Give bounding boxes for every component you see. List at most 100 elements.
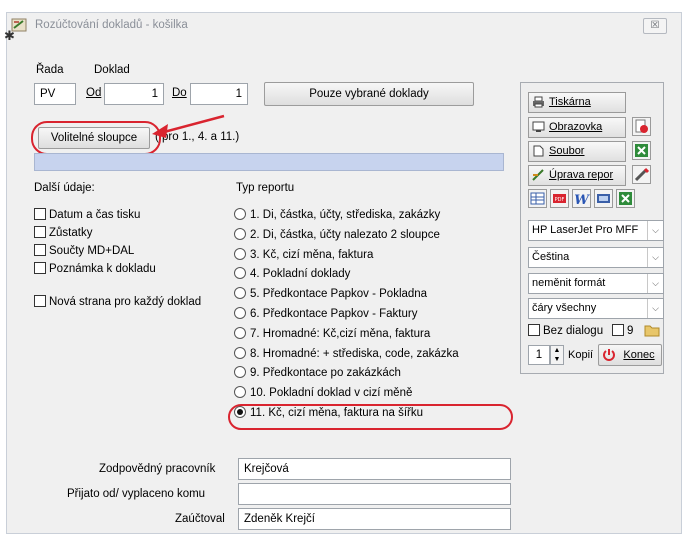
prijato-field[interactable] [238, 483, 511, 505]
tiskarna-button[interactable]: Tiskárna [528, 92, 626, 113]
radio-button[interactable] [234, 267, 246, 280]
obrazovka-button[interactable]: Obrazovka [528, 117, 626, 138]
report-type-label: 9. Předkontace po zakázkách [250, 367, 401, 380]
report-type-option[interactable]: 5. Předkontace Papkov - Pokladna [234, 285, 427, 303]
radio-button[interactable] [234, 247, 246, 260]
chevron-down-icon[interactable]: ⌵ [647, 248, 663, 267]
zodpovedny-field[interactable]: Krejčová [238, 458, 511, 480]
chevron-down-icon[interactable]: ⌵ [647, 299, 663, 318]
gear-icon[interactable]: ✱ [4, 28, 15, 44]
window-title: Rozúčtování dokladů - košilka [35, 19, 188, 31]
rada-field[interactable]: PV [34, 83, 76, 105]
word-icon[interactable]: W [572, 189, 591, 208]
konec-label: Konec [623, 349, 655, 361]
report-type-label: 5. Předkontace Papkov - Pokladna [250, 288, 428, 301]
bez-dialogu-checkbox[interactable]: Bez dialogu [528, 324, 603, 337]
report-type-option[interactable]: 4. Pokladní doklady [234, 265, 350, 283]
chevron-down-icon[interactable]: ⌵ [647, 221, 663, 240]
report-type-option[interactable]: 3. Kč, cizí měna, faktura [234, 246, 373, 264]
report-type-option[interactable]: 9. Předkontace po zakázkách [234, 364, 401, 382]
format-value: neměnit formát [532, 277, 606, 289]
pdf-export-icon[interactable] [632, 117, 651, 136]
checkbox-label: Zůstatky [49, 227, 93, 239]
lines-select[interactable]: čáry všechny ⌵ [528, 298, 664, 319]
checkbox-box[interactable] [34, 244, 46, 256]
do-field[interactable]: 1 [190, 83, 248, 105]
screen-icon [532, 121, 545, 132]
report-type-label: 6. Předkontace Papkov - Faktury [250, 308, 418, 320]
doklad-label: Doklad [94, 64, 130, 76]
radio-button[interactable] [234, 386, 246, 399]
soubor-button[interactable]: Soubor [528, 141, 626, 162]
file-icon [533, 145, 544, 157]
checkbox-box[interactable] [612, 324, 624, 336]
checkbox-soucty[interactable]: Součty MD+DAL [34, 242, 134, 260]
folder-icon[interactable] [644, 322, 660, 338]
html-icon[interactable] [594, 189, 613, 208]
checkbox-box[interactable] [34, 295, 46, 307]
format-select[interactable]: neměnit formát ⌵ [528, 273, 664, 294]
language-select[interactable]: Čeština ⌵ [528, 247, 664, 268]
pencil-icon[interactable] [632, 165, 651, 184]
report-type-option[interactable]: 6. Předkontace Papkov - Faktury [234, 305, 417, 323]
report-type-label: 8. Hromadné: + střediska, code, zakázka [250, 347, 459, 360]
konec-button[interactable]: Konec [598, 344, 662, 366]
highlight-oval [31, 121, 161, 155]
checkbox-box[interactable] [34, 262, 46, 274]
excel-export-icon[interactable] [616, 189, 635, 208]
report-type-label: 2. Di, částka, účty nalezato 2 sloupce [250, 228, 440, 241]
nine-checkbox[interactable]: 9 [612, 324, 633, 337]
report-type-label: 7. Hromadné: Kč,cizí měna, faktura [250, 327, 431, 340]
report-type-label: 3. Kč, cizí měna, faktura [250, 248, 374, 261]
excel-icon[interactable] [632, 141, 651, 160]
zauctoval-field[interactable]: Zdeněk Krejčí [238, 508, 511, 530]
radio-button[interactable] [234, 287, 246, 300]
checkbox-box[interactable] [528, 324, 540, 336]
checkbox-datum[interactable]: Datum a čas tisku [34, 206, 140, 224]
checkbox-label: Nová strana pro každý doklad [49, 296, 202, 308]
checkbox-poznamka[interactable]: Poznámka k dokladu [34, 260, 156, 278]
pdf-icon[interactable]: PDF [550, 189, 569, 208]
chevron-down-icon[interactable]: ⌵ [647, 274, 663, 293]
edit-report-icon [532, 169, 544, 181]
report-type-label: 4. Pokladní doklady [250, 268, 351, 281]
table-export-icon[interactable] [528, 189, 547, 208]
radio-button[interactable] [234, 227, 246, 240]
prijato-label: Přijato od/ vyplaceno komu [67, 488, 206, 500]
printer-value: HP LaserJet Pro MFF [532, 224, 639, 236]
checkbox-box[interactable] [34, 226, 46, 238]
svg-text:PDF: PDF [555, 197, 565, 203]
checkbox-label: Poznámka k dokladu [49, 263, 156, 275]
zodpovedny-label: Zodpovědný pracovník [99, 463, 216, 475]
report-type-option[interactable]: 1. Di, částka, účty, střediska, zakázky [234, 206, 440, 224]
copies-spinner[interactable]: ▲ ▼ [550, 345, 564, 365]
report-type-option[interactable]: 7. Hromadné: Kč,cizí měna, faktura [234, 325, 430, 343]
printer-select[interactable]: HP LaserJet Pro MFF ⌵ [528, 220, 664, 241]
checkbox-nova-strana[interactable]: Nová strana pro každý doklad [34, 293, 201, 311]
rada-label: Řada [36, 64, 64, 76]
checkbox-zustatky[interactable]: Zůstatky [34, 224, 92, 242]
info-bar [34, 153, 504, 171]
close-button[interactable]: ☒ [643, 18, 667, 34]
nine-label: 9 [627, 325, 634, 337]
red-arrow-icon [152, 114, 225, 138]
report-type-option[interactable]: 8. Hromadné: + střediska, code, zakázka [234, 345, 459, 363]
od-label: Od [86, 87, 102, 99]
od-field[interactable]: 1 [104, 83, 164, 105]
radio-button[interactable] [234, 208, 246, 220]
radio-button[interactable] [234, 326, 246, 339]
radio-button[interactable] [234, 366, 246, 379]
typ-title: Typ reportu [236, 182, 295, 194]
selected-highlight-oval [228, 404, 513, 430]
svg-text:W: W [574, 193, 590, 207]
tiskarna-label: Tiskárna [549, 96, 591, 108]
radio-button[interactable] [234, 346, 246, 359]
uprava-reportu-button[interactable]: Úprava repor [528, 165, 626, 186]
checkbox-box[interactable] [34, 208, 46, 220]
radio-button[interactable] [234, 307, 246, 319]
pouze-vybrane-button[interactable]: Pouze vybrané doklady [264, 82, 474, 106]
copies-field[interactable]: 1 [528, 345, 550, 365]
report-type-option[interactable]: 2. Di, částka, účty nalezato 2 sloupce [234, 226, 440, 244]
zauctoval-label: Zaúčtoval [175, 513, 225, 525]
report-type-option[interactable]: 10. Pokladní doklad v cizí měně [234, 384, 412, 402]
